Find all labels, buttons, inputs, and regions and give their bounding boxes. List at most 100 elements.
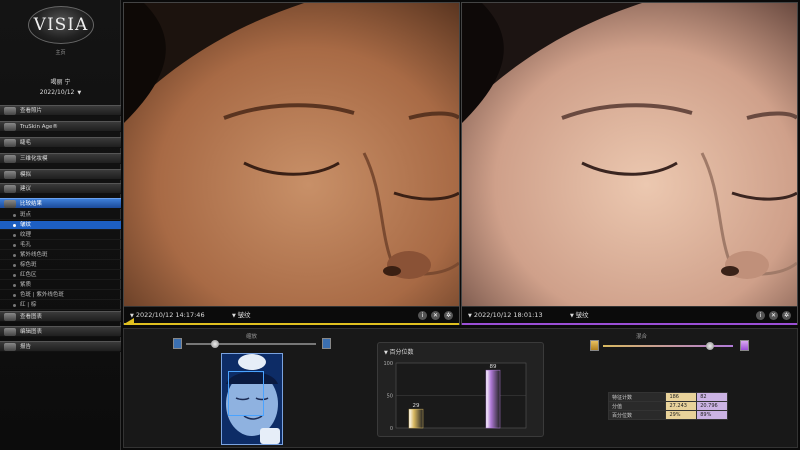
zoom-label: 缩放 <box>246 334 258 340</box>
gear-icon[interactable]: ✲ <box>782 311 791 320</box>
table-row: 特征计数 186 82 <box>607 392 728 402</box>
y-tick-label: 50 <box>387 394 393 400</box>
nav-report[interactable]: 报告 <box>0 341 121 352</box>
before-value: 29% <box>665 410 698 420</box>
bar-value-label: 89 <box>490 364 497 370</box>
sub-label: 毛孔 <box>20 242 32 248</box>
nav-eyelash[interactable]: 睫毛 <box>0 137 121 148</box>
nav-compare-results[interactable]: 比较结果 <box>0 198 121 209</box>
chart-icon <box>4 313 16 321</box>
visia-logo[interactable]: VISIA <box>28 6 94 44</box>
sub-pores[interactable]: 毛孔 <box>0 241 121 250</box>
sidebar: VISIA 主页 喝丽 宁 2022/10/12 ▼ 查看照片 TruSkin A… <box>0 0 121 450</box>
bottom-panel: 缩放 ▼ 百分位数 0 50 100 29 89 混合 特征计数 186 82 分值 27.2… <box>123 328 798 448</box>
face-photo-after[interactable] <box>462 3 797 306</box>
sub-spots-uv-spots[interactable]: 色斑 | 紫外线色斑 <box>0 291 121 300</box>
zoom-in-icon[interactable] <box>322 338 331 349</box>
sub-label: 紫质 <box>20 282 32 288</box>
bullet-icon <box>13 244 16 247</box>
face-icon <box>4 123 16 131</box>
zoom-slider[interactable] <box>186 343 316 345</box>
info-icon[interactable]: i <box>756 311 765 320</box>
nav-label: 模拟 <box>20 172 32 178</box>
face-photo-before[interactable] <box>124 3 459 306</box>
before-swatch-icon[interactable] <box>590 340 599 351</box>
nav-label: 睫毛 <box>20 140 32 146</box>
bar-value-label: 29 <box>413 403 420 409</box>
nav-label: 编辑图表 <box>20 329 43 335</box>
table-row: 百分位数 29% 89% <box>607 410 728 420</box>
left-photo-pane: ▼ 2022/10/12 14:17:46 ▼ 皱纹 i ✕ ✲ <box>123 2 460 325</box>
photo-datetime[interactable]: 2022/10/12 18:01:13 <box>474 311 543 319</box>
sub-label: 棕色斑 <box>20 262 37 268</box>
analysis-mode-label: 皱纹 <box>575 311 589 319</box>
close-icon[interactable]: ✕ <box>769 311 778 320</box>
info-icon[interactable]: i <box>418 311 427 320</box>
chevron-down-icon[interactable]: ▼ <box>468 313 472 319</box>
sub-texture[interactable]: 纹理 <box>0 231 121 240</box>
eyelash-icon <box>4 139 16 147</box>
nav-recommendations[interactable]: 建议 <box>0 183 121 194</box>
blend-label: 混合 <box>636 334 648 340</box>
sub-porphyrins[interactable]: 紫质 <box>0 281 121 290</box>
before-value: 186 <box>665 392 698 402</box>
zoom-region-box[interactable] <box>228 371 264 416</box>
zoom-out-icon[interactable] <box>173 338 182 349</box>
analysis-mode-label: 皱纹 <box>237 311 251 319</box>
edit-chart-icon <box>4 328 16 336</box>
patient-name: 喝丽 宁 <box>50 79 71 86</box>
compare-icon <box>4 200 16 208</box>
after-swatch-icon[interactable] <box>740 340 749 351</box>
nav-truskin-age[interactable]: TruSkin Age® <box>0 121 121 132</box>
sub-label: 红 | 棕 <box>20 302 37 308</box>
right-photo-pane: ▼ 2022/10/12 18:01:13 ▼ 皱纹 i ✕ ✲ <box>461 2 798 325</box>
photos-icon <box>4 107 16 115</box>
simulation-icon <box>4 171 16 179</box>
row-label: 百分位数 <box>607 410 667 420</box>
sub-red-areas[interactable]: 红色区 <box>0 271 121 280</box>
sub-wrinkles[interactable]: 皱纹 <box>0 221 121 230</box>
bullet-icon <box>13 284 16 287</box>
after-value: 89% <box>696 410 728 420</box>
nav-label: 报告 <box>20 344 32 350</box>
y-tick-label: 0 <box>390 426 393 432</box>
sub-spots[interactable]: 斑点 <box>0 211 121 220</box>
nav-label: 比较结果 <box>20 201 43 207</box>
session-date: 2022/10/12 <box>39 89 75 96</box>
nav-label: 三维化妆模 <box>20 156 48 162</box>
bullet-icon <box>13 214 16 217</box>
report-icon <box>4 343 16 351</box>
sub-brown-spots[interactable]: 棕色斑 <box>0 261 121 270</box>
sub-label: 皱纹 <box>20 222 32 228</box>
sub-red-brown[interactable]: 红 | 棕 <box>0 301 121 310</box>
chart-bar <box>485 369 501 429</box>
right-accent-underline <box>462 323 797 325</box>
chevron-down-icon: ▼ <box>77 90 82 96</box>
sub-label: 斑点 <box>20 212 32 218</box>
bullet-icon <box>13 294 16 297</box>
nav-view-photos[interactable]: 查看照片 <box>0 105 121 116</box>
photo-datetime[interactable]: 2022/10/12 14:17:46 <box>136 311 205 319</box>
sub-label: 紫外线色斑 <box>20 252 48 258</box>
blend-slider-knob[interactable] <box>705 342 714 350</box>
nav-view-chart[interactable]: 查看图表 <box>0 311 121 322</box>
session-date-select[interactable]: 2022/10/12 ▼ <box>0 89 121 96</box>
sub-label: 红色区 <box>20 272 37 278</box>
close-icon[interactable]: ✕ <box>431 311 440 320</box>
sub-label: 纹理 <box>20 232 32 238</box>
row-label: 分值 <box>607 401 667 411</box>
before-value: 27.243 <box>665 401 698 411</box>
score-table: 特征计数 186 82 分值 27.243 20.796 百分位数 29% 89% <box>607 392 728 420</box>
nav-3d-makeup[interactable]: 三维化妆模 <box>0 153 121 164</box>
percentile-panel: ▼ 百分位数 0 50 100 29 89 <box>377 342 544 437</box>
percentile-chart: 0 50 100 29 89 <box>383 361 527 432</box>
zoom-slider-knob[interactable] <box>210 340 219 348</box>
gear-icon[interactable]: ✲ <box>444 311 453 320</box>
nav-label: 建议 <box>20 186 32 192</box>
nav-edit-chart[interactable]: 编辑图表 <box>0 326 121 337</box>
navigator-thumbnail[interactable] <box>221 353 283 445</box>
nav-simulation[interactable]: 模拟 <box>0 169 121 180</box>
sub-uv-spots[interactable]: 紫外线色斑 <box>0 251 121 260</box>
home-label[interactable]: 主页 <box>0 49 121 56</box>
logo-text: VISIA <box>33 15 89 35</box>
